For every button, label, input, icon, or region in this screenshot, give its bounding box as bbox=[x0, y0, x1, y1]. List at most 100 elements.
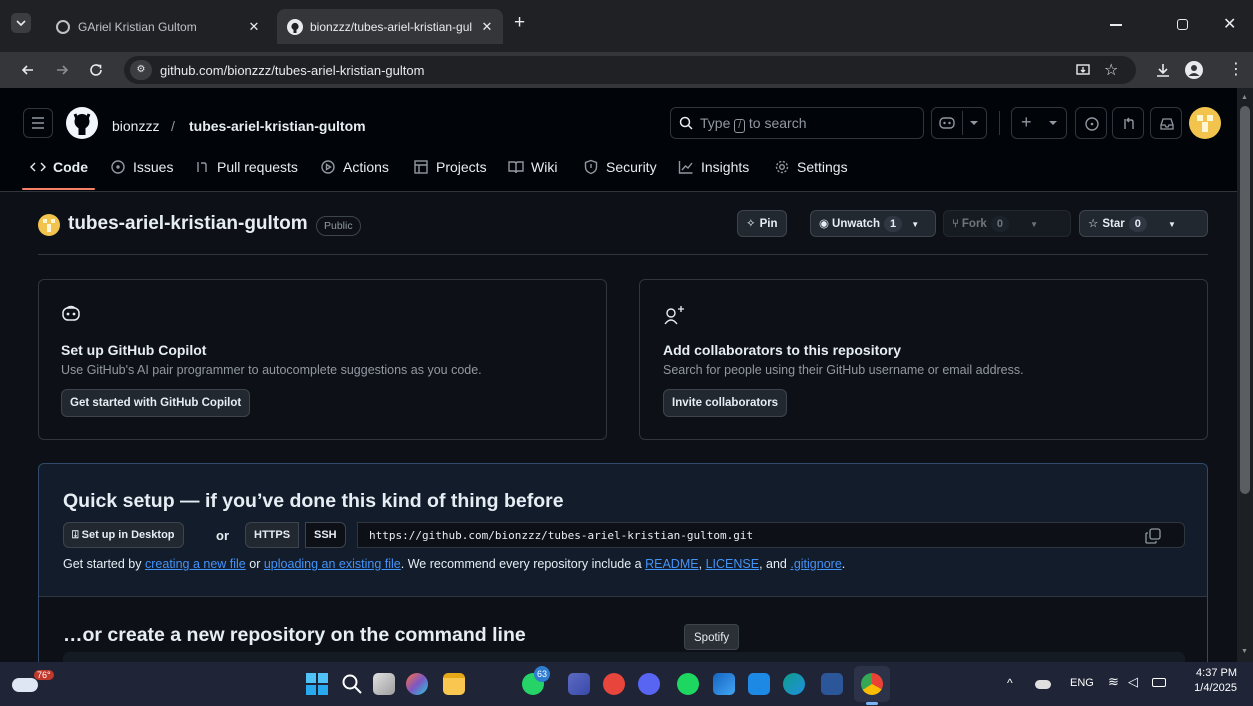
card-description: Search for people using their GitHub use… bbox=[663, 363, 1024, 377]
tab-projects[interactable]: Projects bbox=[413, 159, 487, 175]
weather-widget[interactable]: 76° bbox=[8, 668, 56, 700]
window-close-button[interactable]: ✕ bbox=[1223, 14, 1236, 34]
chevron-up-icon[interactable]: ^ bbox=[1007, 676, 1013, 690]
github-logo-icon[interactable] bbox=[66, 107, 98, 139]
create-new-button[interactable]: + bbox=[1011, 107, 1067, 139]
file-explorer-icon[interactable] bbox=[443, 673, 465, 695]
clock-date[interactable]: 1/4/2025 bbox=[1185, 682, 1237, 694]
play-icon bbox=[321, 160, 335, 174]
new-tab-button[interactable]: + bbox=[514, 13, 525, 33]
tab-label: Wiki bbox=[531, 159, 558, 175]
search-input[interactable]: Type / to search bbox=[670, 107, 924, 139]
tab-pull-requests[interactable]: Pull requests bbox=[194, 159, 298, 175]
chrome-icon[interactable] bbox=[861, 673, 883, 695]
pull-request-icon bbox=[197, 162, 207, 172]
tab-security[interactable]: Security bbox=[583, 159, 657, 175]
clone-url-text: https://github.com/bionzzz/tubes-ariel-k… bbox=[369, 529, 754, 542]
battery-icon[interactable] bbox=[1152, 678, 1166, 687]
back-arrow-icon[interactable] bbox=[20, 62, 36, 78]
tab-wiki[interactable]: Wiki bbox=[508, 159, 557, 175]
menu-kebab-icon[interactable]: ⋮ bbox=[1228, 61, 1244, 79]
active-tab-underline bbox=[22, 188, 95, 190]
create-new-file-link[interactable]: creating a new file bbox=[145, 557, 246, 571]
taskbar-search-icon[interactable] bbox=[341, 673, 363, 695]
license-link[interactable]: LICENSE bbox=[706, 557, 760, 571]
inbox-button[interactable] bbox=[1150, 107, 1182, 139]
browser-tab-active[interactable]: bionzzz/tubes-ariel-kristian-gul ✕ bbox=[277, 9, 503, 44]
minimize-button[interactable] bbox=[1110, 24, 1122, 26]
tab-settings[interactable]: Settings bbox=[774, 159, 848, 175]
https-toggle[interactable]: HTTPS bbox=[245, 522, 300, 548]
download-icon[interactable] bbox=[1155, 62, 1171, 78]
tab-code[interactable]: Code bbox=[30, 159, 88, 175]
spotify-icon[interactable] bbox=[677, 673, 699, 695]
edge-icon[interactable] bbox=[783, 673, 805, 695]
install-app-icon[interactable] bbox=[1075, 62, 1091, 78]
unwatch-button[interactable]: ◉ Unwatch 1 ▼ bbox=[810, 210, 936, 237]
windows-start-icon[interactable] bbox=[306, 673, 328, 695]
tab-insights[interactable]: Insights bbox=[678, 159, 749, 175]
mathcad-icon[interactable] bbox=[713, 673, 735, 695]
github-logo-icon bbox=[287, 18, 303, 35]
task-view-icon[interactable] bbox=[373, 673, 395, 695]
table-icon bbox=[414, 160, 428, 174]
profile-icon[interactable] bbox=[1185, 61, 1203, 79]
reload-icon[interactable] bbox=[88, 62, 104, 78]
forward-arrow-icon[interactable] bbox=[54, 62, 70, 78]
readme-link[interactable]: README bbox=[645, 557, 698, 571]
user-avatar[interactable] bbox=[1189, 107, 1221, 139]
get-started-copilot-button[interactable]: Get started with GitHub Copilot bbox=[61, 389, 251, 417]
language-indicator[interactable]: ENG bbox=[1070, 677, 1094, 689]
quick-setup-panel: Quick setup — if you’ve done this kind o… bbox=[38, 463, 1208, 663]
repo-title[interactable]: tubes-ariel-kristian-gultom bbox=[68, 213, 308, 235]
search-icon bbox=[679, 116, 693, 130]
address-bar[interactable]: ⚙ github.com/bionzzz/tubes-ariel-kristia… bbox=[124, 56, 1136, 84]
page-scrollbar[interactable]: ▲ ▼ bbox=[1237, 88, 1253, 662]
browser-tab[interactable]: GAriel Kristian Gultom ✕ bbox=[44, 9, 272, 44]
clone-url-field[interactable]: https://github.com/bionzzz/tubes-ariel-k… bbox=[357, 522, 1185, 548]
bookmark-star-icon[interactable]: ☆ bbox=[1104, 60, 1118, 80]
tab-actions[interactable]: Actions bbox=[320, 159, 389, 175]
repo-avatar[interactable] bbox=[38, 214, 60, 236]
copy-icon[interactable] bbox=[1144, 527, 1162, 545]
clock-time[interactable]: 4:37 PM bbox=[1193, 667, 1237, 679]
onedrive-icon[interactable] bbox=[1035, 680, 1051, 689]
restore-button[interactable] bbox=[1177, 19, 1188, 30]
invite-collaborators-button[interactable]: Invite collaborators bbox=[663, 389, 788, 417]
ssh-toggle[interactable]: SSH bbox=[305, 522, 346, 548]
pin-button[interactable]: ✧ Pin bbox=[737, 210, 787, 237]
word-icon[interactable] bbox=[821, 673, 843, 695]
triangle-down-icon: ▼ bbox=[1030, 220, 1039, 229]
upload-file-link[interactable]: uploading an existing file bbox=[264, 557, 401, 571]
close-icon[interactable]: ✕ bbox=[479, 19, 495, 35]
breadcrumb-separator: / bbox=[171, 118, 175, 134]
star-button[interactable]: ☆ Star 0 ▼ bbox=[1079, 210, 1208, 237]
hamburger-menu-button[interactable] bbox=[23, 108, 53, 138]
tab-search-button[interactable] bbox=[11, 13, 31, 33]
breadcrumb-repo[interactable]: tubes-ariel-kristian-gultom bbox=[189, 118, 366, 134]
volume-icon[interactable]: ◁ bbox=[1128, 674, 1138, 690]
pull-requests-button[interactable] bbox=[1112, 107, 1144, 139]
vscode-icon[interactable] bbox=[748, 673, 770, 695]
fork-button[interactable]: ⑂ Fork 0 ▼ bbox=[943, 210, 1071, 237]
tab-issues[interactable]: Issues bbox=[110, 159, 173, 175]
copilot-button[interactable] bbox=[931, 107, 987, 139]
gitignore-link[interactable]: .gitignore bbox=[790, 557, 841, 571]
collaborators-card: Add collaborators to this repository Sea… bbox=[639, 279, 1208, 440]
setup-in-desktop-button[interactable]: ⍗ Set up in Desktop bbox=[63, 522, 184, 548]
scrollbar-thumb[interactable] bbox=[1240, 106, 1250, 494]
cmdline-title: …or create a new repository on the comma… bbox=[63, 624, 526, 646]
wifi-icon[interactable]: ≋ bbox=[1108, 674, 1119, 690]
google-icon[interactable] bbox=[603, 673, 625, 695]
app-icon[interactable] bbox=[568, 673, 590, 695]
site-info-icon[interactable]: ⚙ bbox=[130, 60, 152, 80]
search-placeholder: Type / to search bbox=[700, 115, 807, 133]
breadcrumb-owner[interactable]: bionzzz bbox=[112, 118, 159, 134]
discord-icon[interactable] bbox=[638, 673, 660, 695]
issues-button[interactable] bbox=[1075, 107, 1107, 139]
widgets-icon[interactable] bbox=[406, 673, 428, 695]
close-icon[interactable]: ✕ bbox=[246, 19, 262, 35]
windows-taskbar: 76° 63 ^ ENG ≋ ◁ 4:37 PM 1/4/2025 bbox=[0, 662, 1253, 706]
browser-toolbar: ⚙ github.com/bionzzz/tubes-ariel-kristia… bbox=[0, 52, 1253, 88]
active-app-indicator bbox=[866, 702, 878, 705]
